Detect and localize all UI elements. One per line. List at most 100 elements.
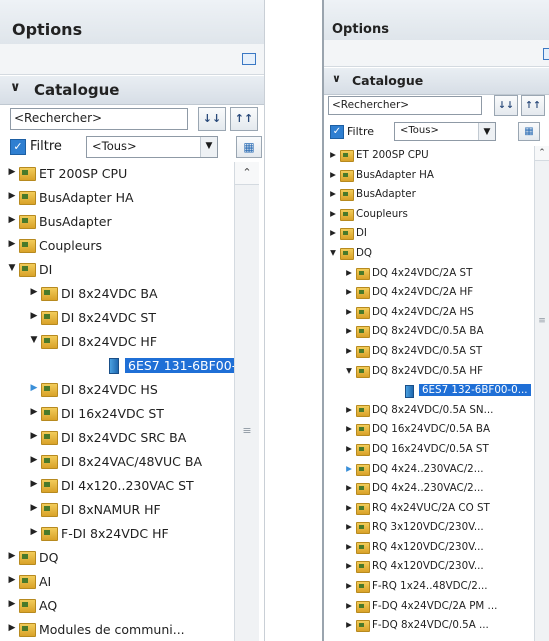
filter-settings-button[interactable]: ▦ <box>518 122 540 141</box>
tree-item[interactable]: ▼ DQ 8x24VDC/0.5A HF <box>324 362 537 382</box>
tree-item[interactable]: ▶ AQ <box>0 594 234 618</box>
tree-item[interactable]: ▶ RQ 4x120VDC/230V... <box>324 538 537 558</box>
expand-arrow-icon[interactable]: ▶ <box>345 405 353 414</box>
scroll-grip-icon[interactable]: ≡ <box>535 316 549 326</box>
tree-item-selected[interactable]: 6ES7 131-6BF00-0... <box>0 354 261 378</box>
tree-item[interactable]: ▶ DQ 16x24VDC/0.5A ST <box>324 440 537 460</box>
expand-arrow-icon[interactable]: ▶ <box>7 167 17 177</box>
expand-arrow-icon[interactable]: ▶ <box>329 189 337 198</box>
expand-arrow-icon[interactable]: ▶ <box>29 311 39 321</box>
tree-item-selected[interactable]: 6ES7 132-6BF00-0... <box>324 381 537 401</box>
tree-item[interactable]: ▶ DQ 4x24..230VAC/2... <box>324 479 537 499</box>
search-input[interactable]: <Rechercher> <box>10 108 188 130</box>
collapse-arrow-icon[interactable]: ▼ <box>329 248 337 257</box>
tree-item[interactable]: ▶ Coupleurs <box>324 205 537 225</box>
expand-arrow-icon[interactable]: ▶ <box>329 228 337 237</box>
expand-arrow-icon[interactable]: ▶ <box>345 287 353 296</box>
collapse-arrow-icon[interactable]: ▼ <box>29 335 39 345</box>
tree-item[interactable]: ▶ F-DI 8x24VDC HF <box>0 522 234 546</box>
dock-window-icon[interactable] <box>543 48 549 60</box>
tree-item[interactable]: ▶ DI 8x24VAC/48VUC BA <box>0 450 234 474</box>
expand-arrow-icon[interactable]: ▶ <box>7 215 17 225</box>
expand-arrow-icon[interactable]: ▶ <box>7 623 17 633</box>
tree-item[interactable]: ▶ BusAdapter HA <box>0 186 234 210</box>
scroll-up-icon[interactable]: ⌃ <box>535 146 549 161</box>
catalogue-header[interactable]: ∨ Catalogue <box>0 76 264 105</box>
tree-item[interactable]: ▶ DQ 8x24VDC/0.5A ST <box>324 342 537 362</box>
chevron-down-icon[interactable]: ∨ <box>10 80 21 95</box>
chevron-down-icon[interactable]: ∨ <box>332 72 341 85</box>
tree-item[interactable]: ▶ DI 8xNAMUR HF <box>0 498 234 522</box>
tree-item[interactable]: ▶ F-DQ 8x24VDC/0.5A ... <box>324 616 537 636</box>
expand-arrow-icon[interactable]: ▶ <box>329 209 337 218</box>
expand-arrow-icon[interactable]: ▶ <box>345 444 353 453</box>
search-up-button[interactable]: ↑↑ <box>230 107 258 131</box>
tree-item[interactable]: ▶ DQ 8x24VDC/0.5A BA <box>324 322 537 342</box>
tree-item[interactable]: ▶ DI 16x24VDC ST <box>0 402 234 426</box>
tree-item[interactable]: ▶ F-RQ 1x24..48VDC/2... <box>324 577 537 597</box>
tree-item[interactable]: ▶ BusAdapter <box>324 185 537 205</box>
expand-arrow-icon[interactable]: ▶ <box>329 170 337 179</box>
tree-item[interactable]: ▶ ET 200SP CPU <box>324 146 537 166</box>
scrollbar[interactable]: ⌃ ≡ <box>234 162 259 641</box>
scroll-grip-icon[interactable]: ≡ <box>235 424 259 437</box>
tree-item[interactable]: ▶ RQ 3x120VDC/230V... <box>324 518 537 538</box>
expand-arrow-icon[interactable]: ▶ <box>345 620 353 629</box>
tree-item[interactable]: ▶ F-DQ 4x24VDC/2A PM ... <box>324 597 537 617</box>
tree-item[interactable]: ▶ RQ 4x24VUC/2A CO ST <box>324 499 537 519</box>
expand-arrow-icon[interactable]: ▶ <box>345 503 353 512</box>
tree-item[interactable]: ▼ DI <box>0 258 234 282</box>
dropdown-arrow-icon[interactable]: ▼ <box>200 137 217 157</box>
expand-arrow-icon[interactable]: ▶ <box>7 239 17 249</box>
search-down-button[interactable]: ↓↓ <box>494 95 518 116</box>
tree-item[interactable]: ▶ DI <box>324 224 537 244</box>
tree-item[interactable]: ▶ DQ 8x24VDC/0.5A SN... <box>324 401 537 421</box>
filter-checkbox[interactable]: ✓ <box>10 139 26 155</box>
expand-arrow-icon[interactable]: ▶ <box>345 464 353 473</box>
expand-arrow-icon[interactable]: ▶ <box>345 424 353 433</box>
tree-item[interactable]: ▶ DI 4x120..230VAC ST <box>0 474 234 498</box>
tree-item[interactable]: ▶ AI <box>0 570 234 594</box>
expand-arrow-icon[interactable]: ▶ <box>345 268 353 277</box>
filter-settings-button[interactable]: ▦ <box>236 136 262 158</box>
expand-arrow-icon[interactable]: ▶ <box>345 326 353 335</box>
filter-checkbox[interactable]: ✓ <box>330 125 344 139</box>
tree-item[interactable]: ▼ DQ <box>324 244 537 264</box>
expand-arrow-icon[interactable]: ▶ <box>7 599 17 609</box>
dropdown-arrow-icon[interactable]: ▼ <box>478 123 495 140</box>
tree-item[interactable]: ▶ DQ 4x24..230VAC/2... <box>324 460 537 480</box>
expand-arrow-icon[interactable]: ▶ <box>29 383 39 393</box>
expand-arrow-icon[interactable]: ▶ <box>29 503 39 513</box>
tree-item[interactable]: ▶ DI 8x24VDC BA <box>0 282 234 306</box>
scrollbar[interactable]: ⌃ ≡ <box>534 146 549 641</box>
search-up-button[interactable]: ↑↑ <box>521 95 545 116</box>
dock-window-icon[interactable] <box>242 53 256 65</box>
tree-item[interactable]: ▶ DQ 4x24VDC/2A HS <box>324 303 537 323</box>
scroll-up-icon[interactable]: ⌃ <box>235 162 259 185</box>
tree-item[interactable]: ▶ DI 8x24VDC HS <box>0 378 234 402</box>
expand-arrow-icon[interactable]: ▶ <box>7 191 17 201</box>
expand-arrow-icon[interactable]: ▶ <box>29 287 39 297</box>
tree-item[interactable]: ▼ DI 8x24VDC HF <box>0 330 234 354</box>
search-input[interactable]: <Rechercher> <box>328 96 482 115</box>
expand-arrow-icon[interactable]: ▶ <box>29 479 39 489</box>
expand-arrow-icon[interactable]: ▶ <box>7 551 17 561</box>
expand-arrow-icon[interactable]: ▶ <box>329 150 337 159</box>
expand-arrow-icon[interactable]: ▶ <box>345 542 353 551</box>
tree-item[interactable]: ▶ Modules de communi... <box>0 618 234 641</box>
tree-item[interactable]: ▶ BusAdapter <box>0 210 234 234</box>
tree-item[interactable]: ▶ DQ 4x24VDC/2A HF <box>324 283 537 303</box>
tree-item[interactable]: ▶ ET 200SP CPU <box>0 162 234 186</box>
tree-item[interactable]: ▶ DQ 16x24VDC/0.5A BA <box>324 420 537 440</box>
collapse-arrow-icon[interactable]: ▼ <box>7 263 17 273</box>
filter-select[interactable]: <Tous> ▼ <box>394 122 496 141</box>
collapse-arrow-icon[interactable]: ▼ <box>345 366 353 375</box>
expand-arrow-icon[interactable]: ▶ <box>29 455 39 465</box>
tree-item[interactable]: ▶ RQ 4x120VDC/230V... <box>324 557 537 577</box>
expand-arrow-icon[interactable]: ▶ <box>345 561 353 570</box>
tree-item[interactable]: ▶ BusAdapter HA <box>324 166 537 186</box>
expand-arrow-icon[interactable]: ▶ <box>345 483 353 492</box>
tree-item[interactable]: ▶ Coupleurs <box>0 234 234 258</box>
expand-arrow-icon[interactable]: ▶ <box>345 522 353 531</box>
expand-arrow-icon[interactable]: ▶ <box>345 346 353 355</box>
